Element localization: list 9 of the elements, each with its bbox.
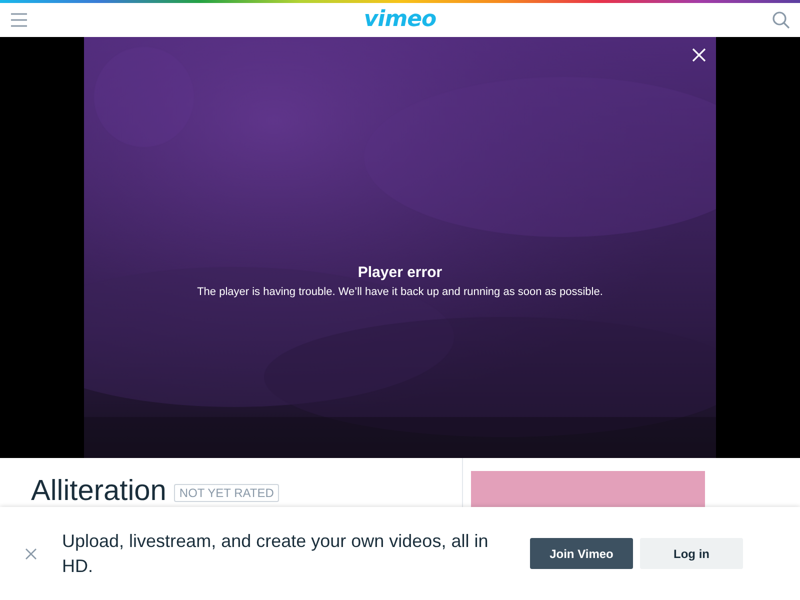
error-title: Player error	[358, 264, 442, 281]
join-button[interactable]: Join Vimeo	[530, 538, 633, 569]
menu-icon[interactable]	[10, 13, 28, 27]
banner-message: Upload, livestream, and create your own videos, all in HD.	[62, 530, 490, 578]
error-message: The player is having trouble. We’ll have it back up and running as soon as possible.	[197, 286, 603, 298]
rating-badge: NOT YET RATED	[174, 484, 279, 502]
video-title: Alliteration	[31, 474, 166, 508]
login-button[interactable]: Log in	[640, 538, 743, 569]
search-icon[interactable]	[772, 11, 790, 29]
